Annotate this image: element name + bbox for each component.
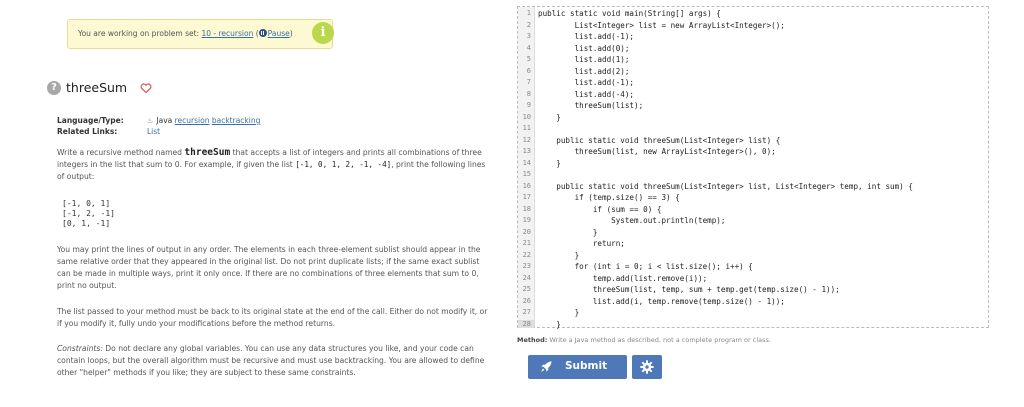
code-line[interactable]: public static void threeSum(List<Integer… [538, 136, 780, 145]
favorite-heart-icon[interactable] [140, 82, 152, 94]
code-line[interactable]: list.add(-1); [538, 32, 634, 41]
code-line[interactable]: threeSum(list); [538, 101, 644, 110]
submit-label: Submit [565, 360, 608, 372]
line-number: 1 [526, 9, 531, 17]
line-number: 23 [522, 262, 531, 270]
description-paragraph-1: Write a recursive method named threeSum … [57, 147, 492, 183]
line-number: 12 [522, 135, 531, 144]
output-line: [-1, 2, -1] [62, 209, 115, 218]
line-number: 6 [526, 66, 531, 75]
java-icon: ♨ [147, 117, 154, 125]
code-line[interactable]: threeSum(list, new ArrayList<Integer>(),… [538, 147, 776, 156]
help-icon[interactable]: ? [47, 81, 61, 95]
code-line[interactable]: } [538, 320, 561, 329]
code-line[interactable]: } [538, 251, 580, 260]
code-line[interactable]: } [538, 159, 561, 168]
code-editor[interactable]: 1 2 3 4 5 6 7 8 9 10 11 12 13 14 15 16 17 18 19 20 21 22 23 24 2… [517, 6, 989, 329]
code-line[interactable]: public static void threeSum(List<Integer… [538, 182, 913, 191]
line-number: 16 [522, 181, 531, 190]
code-line[interactable]: list.add(-1); [538, 78, 634, 87]
example-output: [-1, 0, 1] [-1, 2, -1] [0, 1, -1] [62, 199, 115, 229]
language-type-row: Language/Type: ♨ Java recursion backtrack… [57, 116, 260, 125]
gear-icon [640, 360, 654, 374]
code-line[interactable]: temp.add(list.remove(i)); [538, 274, 707, 283]
line-number: 28 [518, 319, 534, 328]
line-number: 15 [522, 170, 531, 178]
code-line[interactable]: list.add(-4); [538, 90, 634, 99]
constraints-paragraph: Constraints: Do not declare any global v… [57, 343, 492, 379]
line-number: 18 [522, 204, 531, 213]
line-number: 20 [522, 227, 531, 236]
line-number: 21 [522, 239, 531, 247]
constraints-label: Constraints: [57, 344, 103, 353]
code-line[interactable]: } [538, 113, 561, 122]
code-line[interactable]: List<Integer> list = new ArrayList<Integ… [538, 21, 785, 30]
code-line[interactable]: return; [538, 239, 625, 248]
line-number: 22 [522, 250, 531, 259]
description-paragraph-3: The list passed to your method must be b… [57, 307, 488, 328]
line-number: 14 [522, 158, 531, 167]
method-name-code: threeSum [184, 147, 231, 158]
line-number: 3 [526, 32, 531, 40]
notice-paren-close: ) [289, 29, 293, 38]
code-line[interactable]: } [538, 308, 580, 317]
language-value: Java [156, 116, 173, 125]
line-number: 26 [522, 296, 531, 305]
line-number: 13 [522, 147, 531, 155]
line-number: 4 [526, 43, 531, 52]
constraints-text: Do not declare any global variables. You… [57, 344, 485, 377]
problem-set-notice: You are working on problem set: 10 - rec… [67, 19, 333, 49]
p1-text-a: Write a recursive method named [57, 148, 185, 157]
code-line[interactable]: list.add(0); [538, 44, 630, 53]
output-line: [0, 1, -1] [62, 219, 111, 228]
related-links-label: Related Links: [57, 127, 118, 136]
code-line[interactable]: threeSum(list, temp, sum + temp.get(temp… [538, 285, 840, 294]
code-line[interactable]: if (sum == 0) { [538, 205, 662, 214]
line-number: 7 [526, 78, 531, 86]
description-paragraph-2: You may print the lines of output in any… [57, 245, 481, 290]
line-number: 11 [522, 124, 531, 132]
code-line[interactable]: System.out.println(temp); [538, 216, 725, 225]
line-number: 9 [526, 101, 531, 109]
problem-title: threeSum [66, 80, 128, 95]
line-number: 24 [522, 273, 531, 282]
line-number: 8 [526, 89, 531, 98]
method-note: Method: Write a Java method as described… [517, 336, 771, 344]
line-number: 25 [522, 285, 531, 293]
code-line[interactable]: public static void main(String[] args) { [538, 9, 721, 18]
output-line: [-1, 0, 1] [62, 199, 111, 208]
example-list-code: [-1, 0, 1, 2, -1, -4] [295, 160, 392, 169]
code-line[interactable]: list.add(2); [538, 67, 630, 76]
pause-icon[interactable] [258, 29, 267, 37]
line-number: 10 [522, 112, 531, 121]
info-icon[interactable]: i [312, 22, 334, 44]
code-line[interactable]: if (temp.size() == 3) { [538, 193, 680, 202]
method-note-label: Method: [517, 336, 548, 344]
code-line[interactable]: list.add(1); [538, 55, 630, 64]
tag-backtracking-link[interactable]: backtracking [212, 116, 261, 125]
settings-button[interactable] [632, 355, 662, 379]
code-line[interactable]: } [538, 228, 598, 237]
problem-set-link[interactable]: 10 - recursion [201, 29, 253, 38]
notice-paren-open: ( [253, 29, 259, 38]
language-type-label: Language/Type: [57, 116, 124, 125]
related-list-link[interactable]: List [147, 127, 160, 136]
submit-button[interactable]: Submit [528, 355, 627, 379]
tag-recursion-link[interactable]: recursion [175, 116, 210, 125]
code-line[interactable]: list.add(i, temp.remove(temp.size() - 1)… [538, 297, 785, 306]
related-links-row: Related Links: List [57, 127, 160, 136]
notice-prefix: You are working on problem set: [78, 29, 202, 38]
line-number: 2 [526, 20, 531, 29]
rocket-icon [541, 361, 552, 372]
method-note-text: Write a Java method as described, not a … [547, 336, 771, 344]
notice-text: You are working on problem set: 10 - rec… [78, 29, 293, 38]
pause-link[interactable]: Pause [268, 29, 290, 38]
line-number: 17 [522, 193, 531, 201]
line-number-gutter: 1 2 3 4 5 6 7 8 9 10 11 12 13 14 15 16 17 18 19 20 21 22 23 24 2… [518, 7, 535, 328]
line-number: 5 [526, 55, 531, 63]
code-line[interactable]: for (int i = 0; i < list.size(); i++) { [538, 262, 753, 271]
line-number: 27 [522, 308, 531, 316]
line-number: 19 [522, 216, 531, 224]
